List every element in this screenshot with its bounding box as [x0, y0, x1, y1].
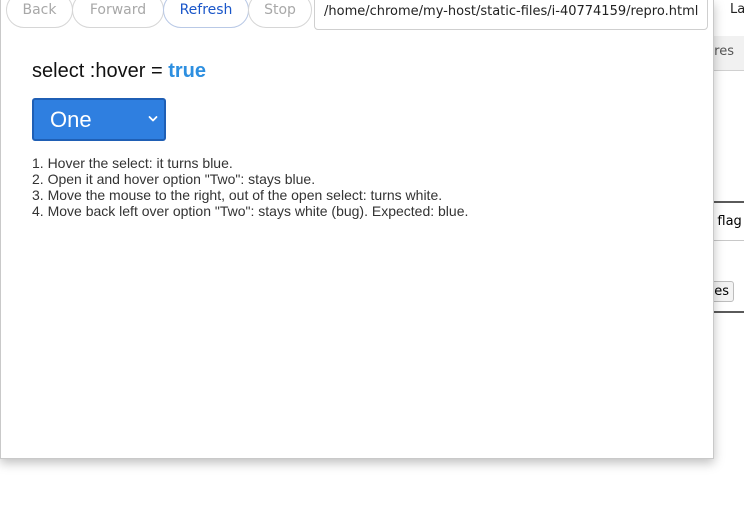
back-button[interactable]: Back	[6, 0, 73, 28]
select-value: One	[50, 106, 92, 132]
instruction-step: 2. Open it and hover option "Two": stays…	[32, 171, 316, 187]
instruction-step: 1. Hover the select: it turns blue.	[32, 155, 233, 171]
instructions-list: 1. Hover the select: it turns blue. 2. O…	[32, 155, 468, 219]
option-select[interactable]: One	[32, 98, 166, 141]
page-content: select :hover = true One 1. Hover the se…	[32, 58, 692, 219]
background-page: La s/res d flag hes	[713, 0, 744, 524]
background-button-hes[interactable]: hes	[713, 281, 735, 302]
browser-window: Back Forward Refresh Stop /home/chrome/m…	[0, 0, 714, 459]
hover-status-heading: select :hover = true	[32, 58, 692, 84]
hover-status-label: select :hover =	[32, 60, 169, 82]
forward-button[interactable]: Forward	[72, 0, 164, 28]
background-strip: s/res	[713, 36, 744, 71]
background-divider	[713, 311, 744, 313]
background-tab-label: La	[730, 2, 744, 17]
url-input[interactable]: /home/chrome/my-host/static-files/i-4077…	[314, 0, 708, 30]
background-divider	[713, 201, 744, 203]
instruction-step: 4. Move back left over option "Two": sta…	[32, 203, 469, 219]
background-button-flag[interactable]: d flag	[713, 214, 742, 229]
refresh-button[interactable]: Refresh	[163, 0, 249, 28]
stop-button[interactable]: Stop	[248, 0, 312, 28]
instruction-step: 3. Move the mouse to the right, out of t…	[32, 187, 443, 203]
background-strip-text: s/res	[713, 44, 734, 59]
background-divider	[713, 240, 744, 241]
toolbar: Back Forward Refresh Stop /home/chrome/m…	[1, 0, 713, 34]
hover-status-value: true	[168, 60, 206, 82]
chevron-down-icon	[148, 116, 158, 122]
